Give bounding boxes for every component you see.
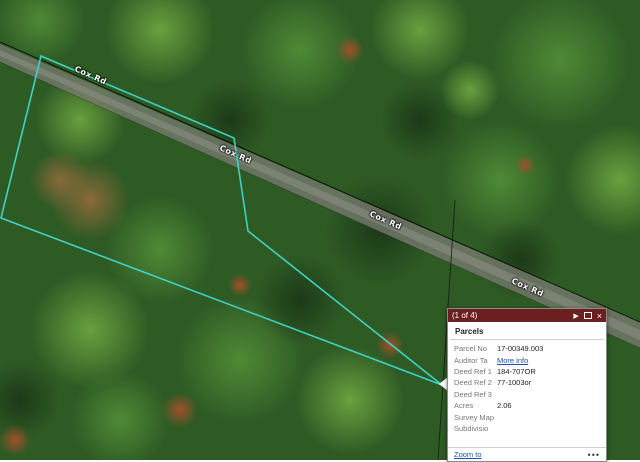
next-triangle-icon[interactable]: ▶	[573, 312, 578, 320]
popup-title: Parcels	[450, 322, 604, 340]
attribute-value: 2.06	[497, 401, 512, 411]
attribute-value	[497, 389, 543, 400]
popup-counter: (1 of 4)	[452, 311, 478, 320]
attribute-row: Deed Ref 2 77-1003or	[454, 377, 543, 388]
attribute-value: 17-00349.003	[497, 344, 544, 354]
attribute-label: Parcel No	[454, 344, 487, 354]
zoom-to-link[interactable]: Zoom to	[454, 450, 588, 459]
close-icon[interactable]: ×	[597, 311, 602, 320]
attribute-label: Acres	[454, 401, 474, 411]
attribute-row: Subdivisio	[454, 423, 543, 434]
attribute-label: Survey Map	[454, 412, 495, 422]
attribute-row: Acres 2.06	[454, 400, 543, 411]
attribute-row: Survey Map	[454, 411, 543, 422]
maximize-icon[interactable]	[583, 312, 592, 319]
attribute-value	[497, 411, 543, 422]
popup-header: (1 of 4) ▶ ×	[448, 309, 606, 322]
more-options-icon[interactable]: •••	[588, 450, 600, 460]
attribute-row: Deed Ref 1 184-707OR	[454, 366, 543, 377]
attribute-label: Auditor Ta	[454, 355, 488, 365]
attribute-table: Parcel No 17-00349.003 Auditor Ta More i…	[454, 343, 543, 434]
attribute-label: Subdivisio	[454, 423, 489, 433]
attribute-row: Auditor Ta More info	[454, 354, 543, 365]
parcel-info-popup: (1 of 4) ▶ × Parcels Parcel No 17-00349.…	[447, 308, 607, 462]
popup-footer: Zoom to •••	[448, 447, 606, 461]
more-info-link[interactable]: More info	[497, 356, 528, 365]
attribute-value: 184-707OR	[497, 366, 536, 376]
attribute-row: Parcel No 17-00349.003	[454, 343, 543, 354]
attribute-label: Deed Ref 3	[454, 389, 492, 399]
attribute-label: Deed Ref 2	[454, 378, 492, 388]
attribute-value	[497, 423, 543, 434]
attribute-label: Deed Ref 1	[454, 366, 492, 376]
attribute-value: 77-1003or	[497, 378, 532, 388]
attribute-row: Deed Ref 3	[454, 389, 543, 400]
